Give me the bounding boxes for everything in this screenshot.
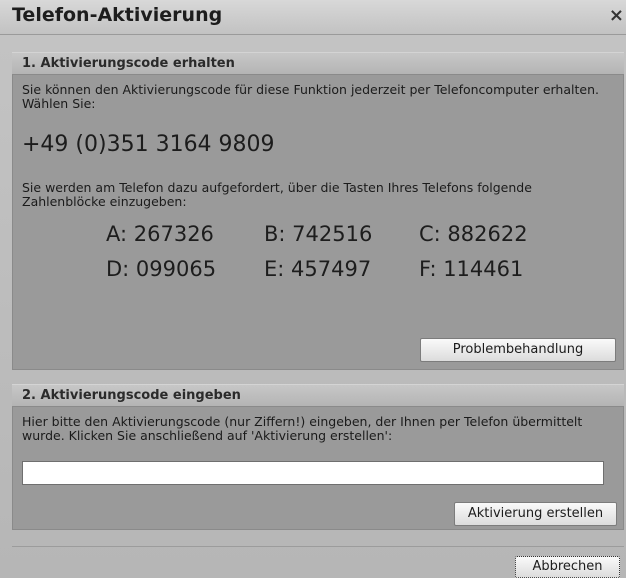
close-icon[interactable]: × <box>609 5 624 26</box>
code-block-c: C: 882622 <box>419 222 528 246</box>
title-bar: Telefon-Aktivierung × <box>0 0 626 35</box>
code-block-f: F: 114461 <box>419 257 524 281</box>
footer-divider <box>12 546 624 547</box>
section-2-panel: Hier bitte den Aktivierungscode (nur Zif… <box>12 406 624 530</box>
create-activation-button[interactable]: Aktivierung erstellen <box>454 502 617 526</box>
phone-number: +49 (0)351 3164 9809 <box>22 132 275 157</box>
section-1-intro: Sie können den Aktivierungscode für dies… <box>22 82 599 111</box>
telefon-aktivierung-dialog: Telefon-Aktivierung × 1. Aktivierungscod… <box>0 0 626 578</box>
section-1-instruction: Sie werden am Telefon dazu aufgefordert,… <box>22 180 532 209</box>
code-block-d: D: 099065 <box>106 257 217 281</box>
code-block-e: E: 457497 <box>264 257 372 281</box>
troubleshoot-button[interactable]: Problembehandlung <box>420 338 616 362</box>
section-1-panel: Sie können den Aktivierungscode für dies… <box>12 74 624 370</box>
section-2-instruction: Hier bitte den Aktivierungscode (nur Zif… <box>22 414 583 443</box>
dialog-title: Telefon-Aktivierung <box>12 4 223 26</box>
code-block-b: B: 742516 <box>264 222 373 246</box>
section-2-header: 2. Aktivierungscode eingeben <box>12 384 624 406</box>
section-1-header: 1. Aktivierungscode erhalten <box>12 52 624 74</box>
cancel-button[interactable]: Abbrechen <box>515 556 620 578</box>
code-block-a: A: 267326 <box>106 222 214 246</box>
code-blocks: A: 267326 B: 742516 C: 882622 D: 099065 … <box>106 222 569 281</box>
activation-code-input[interactable] <box>22 461 604 485</box>
